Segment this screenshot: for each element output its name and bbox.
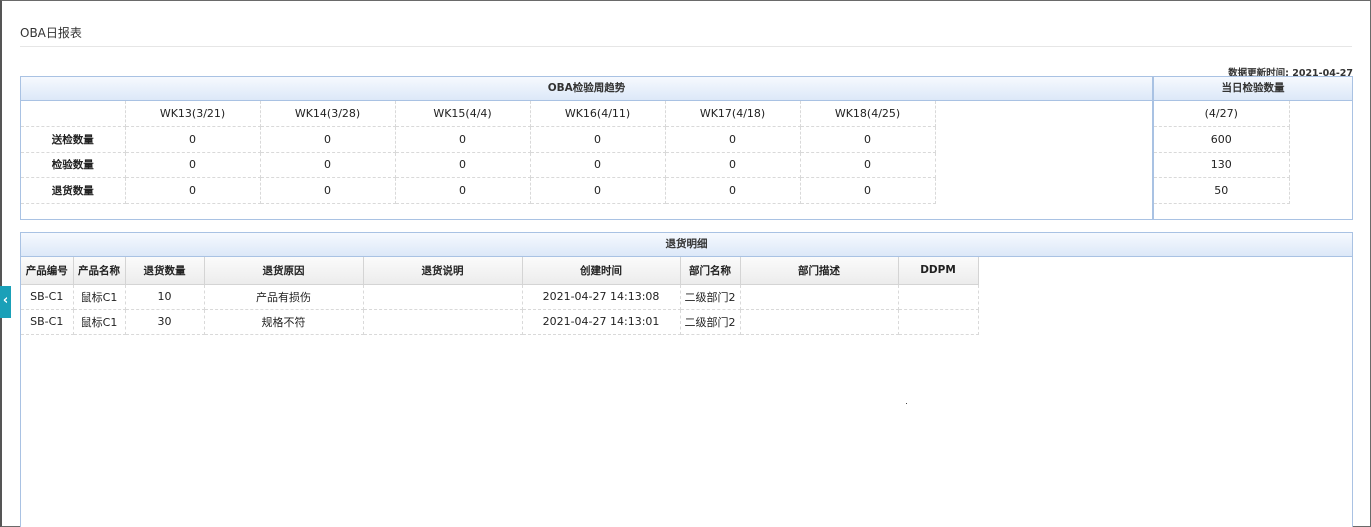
week-header: WK13(3/21): [124, 101, 261, 127]
trend-value: 0: [799, 126, 936, 153]
column-header[interactable]: 创建时间: [521, 257, 681, 285]
trend-row-submitted: 送检数量 0 0 0 0 0 0: [21, 126, 936, 153]
trend-value: 0: [664, 151, 801, 178]
cell-return-qty: 30: [124, 308, 205, 335]
cell-dept-desc: [739, 283, 899, 310]
stray-dot: [906, 403, 907, 404]
oba-trend-panel: OBA检验周趋势 当日检验数量 WK13(3/21) WK14(3/28) WK…: [20, 76, 1353, 220]
today-value: 130: [1154, 151, 1290, 178]
trend-value: 0: [664, 126, 801, 153]
cell-product-name: 鼠标C1: [72, 283, 126, 310]
today-value: 50: [1154, 177, 1290, 204]
cell-return-reason: 产品有损伤: [203, 283, 364, 310]
today-table: (4/27) 600 130 50: [1154, 101, 1290, 204]
trend-value: 0: [799, 151, 936, 178]
trend-value: 0: [799, 177, 936, 204]
column-header[interactable]: 部门名称: [679, 257, 741, 285]
corner-cell: [21, 101, 126, 127]
today-header: 当日检验数量: [1154, 77, 1352, 101]
week-header: WK18(4/25): [799, 101, 936, 127]
cell-return-reason: 规格不符: [203, 308, 364, 335]
title-divider: [20, 46, 1352, 47]
cell-ddpm: [897, 283, 979, 310]
row-label: 退货数量: [21, 177, 126, 204]
trend-value: 0: [259, 151, 396, 178]
cell-return-note: [362, 283, 523, 310]
cell-dept-desc: [739, 308, 899, 335]
returns-header: 退货明细: [21, 233, 1352, 257]
trend-value: 0: [259, 177, 396, 204]
trend-value: 0: [394, 177, 531, 204]
cell-product-code: SB-C1: [21, 308, 74, 335]
cell-dept-name: 二级部门2: [679, 308, 741, 335]
week-header: WK17(4/18): [664, 101, 801, 127]
page-title: OBA日报表: [20, 26, 82, 40]
sidebar-toggle-button[interactable]: ‹: [0, 286, 11, 318]
trend-week-row: WK13(3/21) WK14(3/28) WK15(4/4) WK16(4/1…: [21, 101, 936, 127]
column-header[interactable]: 产品名称: [72, 257, 126, 285]
cell-created-time: 2021-04-27 14:13:01: [521, 308, 681, 335]
trend-row-inspected: 检验数量 0 0 0 0 0 0: [21, 151, 936, 178]
cell-product-code: SB-C1: [21, 283, 74, 310]
trend-value: 0: [394, 151, 531, 178]
trend-value: 0: [664, 177, 801, 204]
cell-created-time: 2021-04-27 14:13:08: [521, 283, 681, 310]
week-header: WK14(3/28): [259, 101, 396, 127]
trend-value: 0: [394, 126, 531, 153]
trend-header: OBA检验周趋势: [21, 77, 1152, 101]
returns-header-row: 产品编号 产品名称 退货数量 退货原因 退货说明 创建时间 部门名称 部门描述 …: [21, 257, 979, 285]
column-header[interactable]: 产品编号: [21, 257, 74, 285]
trend-table: WK13(3/21) WK14(3/28) WK15(4/4) WK16(4/1…: [21, 101, 936, 204]
cell-ddpm: [897, 308, 979, 335]
cell-product-name: 鼠标C1: [72, 308, 126, 335]
column-header[interactable]: 退货说明: [362, 257, 523, 285]
chevron-left-icon: ‹: [2, 293, 9, 308]
cell-return-qty: 10: [124, 283, 205, 310]
column-header[interactable]: 退货原因: [203, 257, 364, 285]
returns-panel: 退货明细 产品编号 产品名称 退货数量 退货原因 退货说明 创建时间 部门名称 …: [20, 232, 1353, 527]
today-value: 600: [1154, 126, 1290, 153]
returns-table: 产品编号 产品名称 退货数量 退货原因 退货说明 创建时间 部门名称 部门描述 …: [21, 257, 979, 335]
trend-value: 0: [124, 151, 261, 178]
row-label: 送检数量: [21, 126, 126, 153]
trend-value: 0: [259, 126, 396, 153]
trend-row-returned: 退货数量 0 0 0 0 0 0: [21, 177, 936, 204]
column-header[interactable]: 部门描述: [739, 257, 899, 285]
trend-value: 0: [529, 177, 666, 204]
week-header: WK15(4/4): [394, 101, 531, 127]
trend-value: 0: [124, 126, 261, 153]
cell-return-note: [362, 308, 523, 335]
trend-value: 0: [529, 151, 666, 178]
column-header[interactable]: DDPM: [897, 257, 979, 285]
week-header: WK16(4/11): [529, 101, 666, 127]
table-row[interactable]: SB-C1 鼠标C1 10 产品有损伤 2021-04-27 14:13:08 …: [21, 283, 979, 310]
today-date: (4/27): [1154, 101, 1290, 127]
trend-value: 0: [124, 177, 261, 204]
row-label: 检验数量: [21, 151, 126, 178]
table-row[interactable]: SB-C1 鼠标C1 30 规格不符 2021-04-27 14:13:01 二…: [21, 308, 979, 335]
cell-dept-name: 二级部门2: [679, 283, 741, 310]
trend-value: 0: [529, 126, 666, 153]
column-header[interactable]: 退货数量: [124, 257, 205, 285]
